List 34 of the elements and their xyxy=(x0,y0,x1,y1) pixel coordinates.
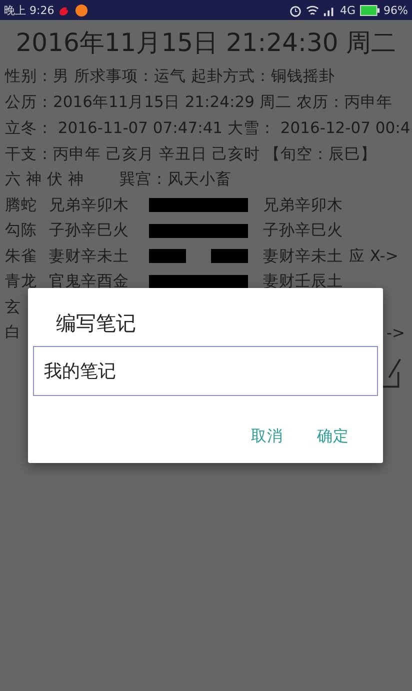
network-label: 4G xyxy=(340,4,356,16)
change-mark: -> xyxy=(386,324,405,342)
info-line: 公历：2016年11月15日 21:24:29 周二 农历：丙申年 xyxy=(5,92,394,113)
hidden-spirit-label: 子孙辛巳火 xyxy=(49,220,130,242)
six-god-label: 青龙 xyxy=(5,271,38,292)
alarm-icon xyxy=(289,4,302,16)
info-line: 性别：男 所求事项：运气 起卦方式：铜钱摇卦 xyxy=(5,66,336,87)
dialog-button[interactable]: 确定 xyxy=(313,422,353,451)
palace-label: 巽宫：风天小畜 xyxy=(119,169,232,190)
line-label: 子孙辛巳火 xyxy=(263,220,343,242)
dialog-button[interactable]: 取消 xyxy=(247,422,287,451)
wifi-icon xyxy=(306,4,320,16)
column-header: 六 神 伏 神 xyxy=(5,169,84,190)
six-god-label: 白 xyxy=(5,322,22,344)
info-line: 立冬： 2016-11-07 07:47:41 大雪： 2016-12-07 00:4 xyxy=(5,118,407,139)
app-icon xyxy=(75,4,88,16)
hidden-spirit-label: 妻财辛未土 xyxy=(49,246,130,267)
datetime-title: 2016年11月15日 21:24:30 周二 xyxy=(14,27,398,59)
six-god-label: 腾蛇 xyxy=(5,194,38,216)
line-label: 妻财壬辰土 xyxy=(263,271,343,292)
six-god-label: 勾陈 xyxy=(5,220,38,242)
line-label: 兄弟辛卯木 xyxy=(263,194,343,216)
hidden-spirit-label: 官鬼辛酉金 xyxy=(49,271,130,292)
six-god-label: 朱雀 xyxy=(5,246,38,267)
note-input[interactable]: 我的笔记 xyxy=(33,346,378,396)
hidden-spirit-label: 兄弟辛卯木 xyxy=(49,194,130,216)
change-mark: 应 X-> xyxy=(349,246,398,267)
battery-percent: 96% xyxy=(384,4,408,16)
info-line: 干支：丙申年 己亥月 辛丑日 己亥时 【旬空：辰巳】 xyxy=(5,144,378,165)
battery-icon xyxy=(360,4,380,16)
clock: 晚上 9:26 xyxy=(4,2,54,18)
six-god-label: 玄 xyxy=(5,296,22,318)
dialog-title: 编写笔记 xyxy=(56,310,137,336)
line-label: 妻财辛未土 xyxy=(263,246,343,267)
